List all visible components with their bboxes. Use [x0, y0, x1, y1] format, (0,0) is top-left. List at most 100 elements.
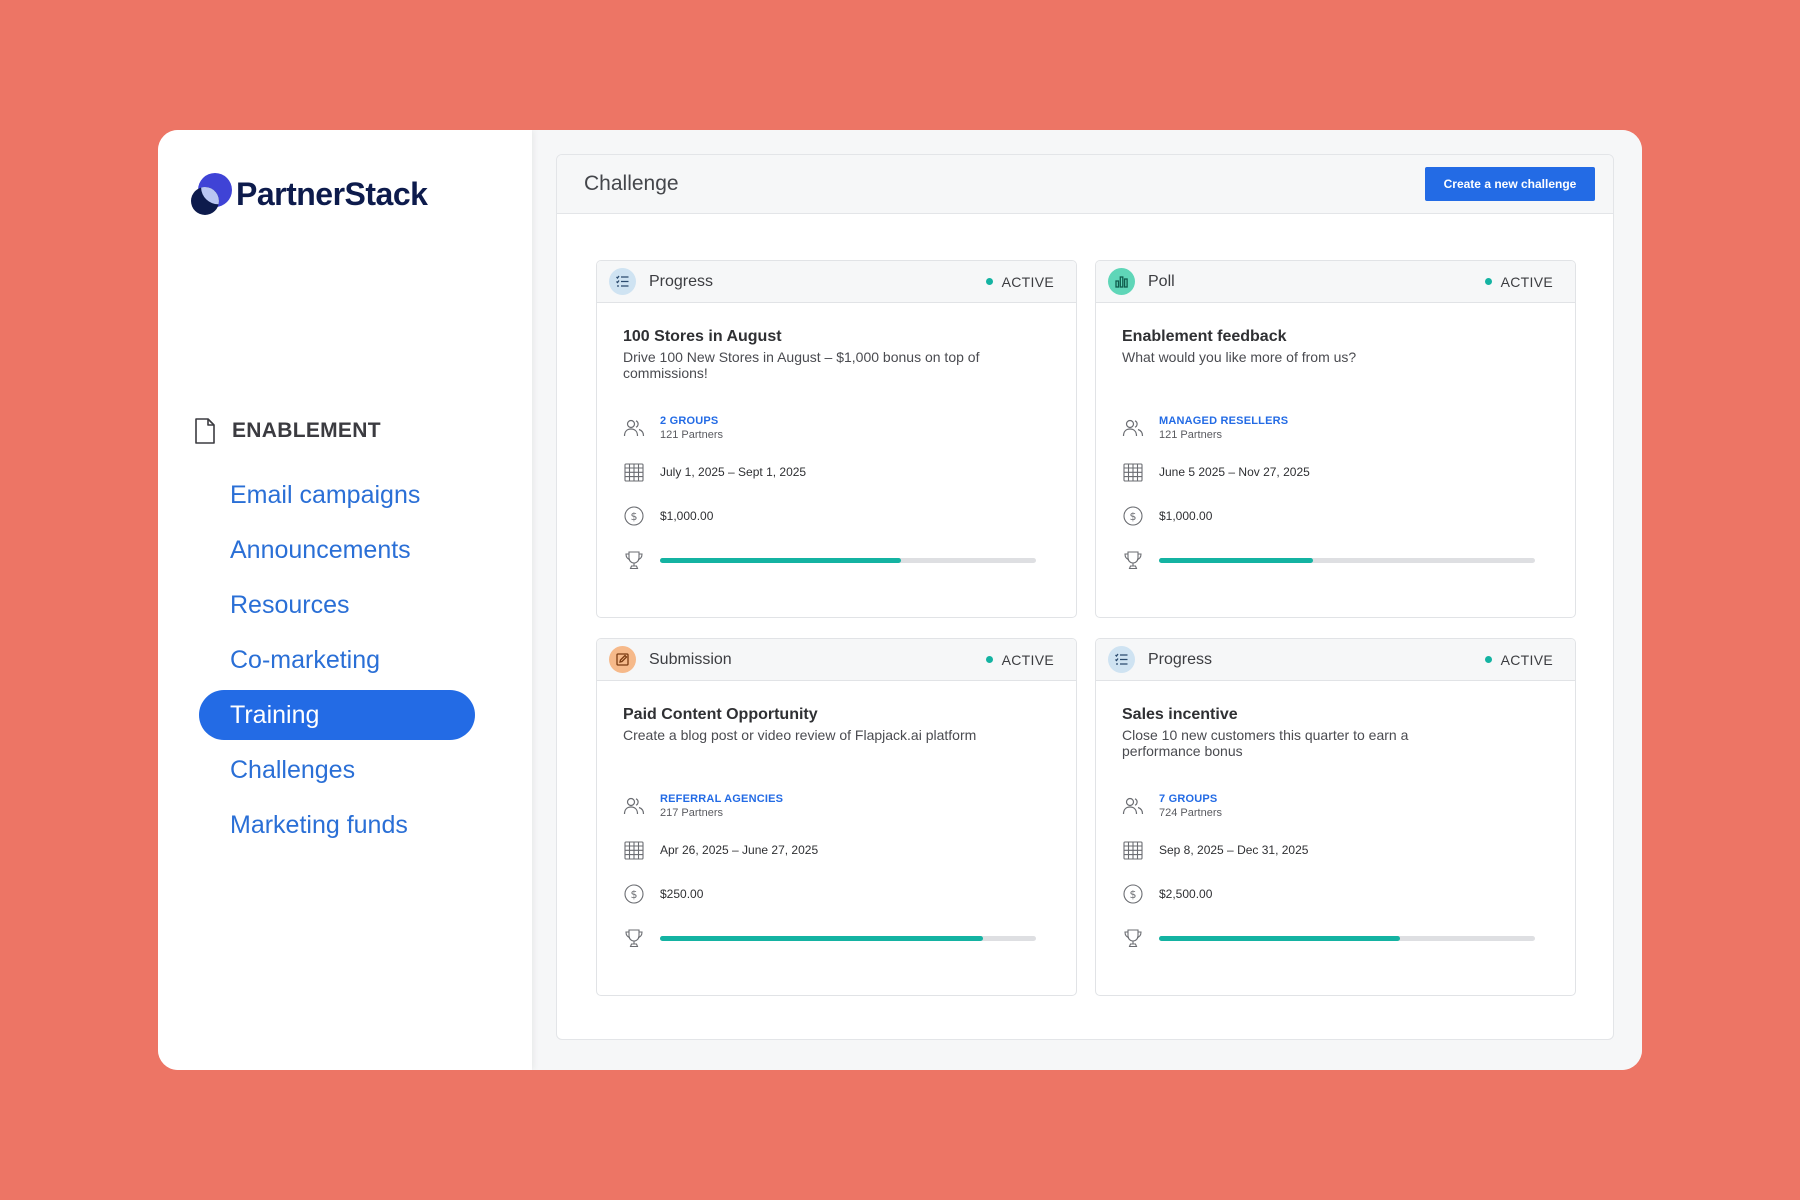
document-icon	[195, 418, 215, 444]
status-text: ACTIVE	[1001, 273, 1054, 290]
card-title: 100 Stores in August	[623, 328, 782, 345]
users-icon	[623, 417, 645, 439]
group-link[interactable]: REFERRAL AGENCIES	[660, 793, 783, 805]
panel-header: Challenge Create a new challenge	[557, 155, 1613, 214]
card-dates-row: July 1, 2025 – Sept 1, 2025	[623, 458, 1050, 486]
sidebar: PartnerStack ENABLEMENT Email campaigns …	[158, 130, 532, 1070]
card-progress-row	[1122, 924, 1549, 952]
partner-count: 121 Partners	[660, 429, 723, 441]
progress-bar	[1159, 557, 1535, 563]
logo[interactable]: PartnerStack	[189, 170, 428, 218]
dollar-coin-icon: $	[1122, 505, 1144, 527]
card-description: Create a blog post or video review of Fl…	[623, 727, 977, 743]
card-groups-row: 2 GROUPS 121 Partners	[623, 414, 1050, 442]
card-type-label: Submission	[649, 650, 732, 668]
card-dates-row: Sep 8, 2025 – Dec 31, 2025	[1122, 836, 1549, 864]
sidebar-item-resources[interactable]: Resources	[199, 580, 475, 630]
svg-text:$: $	[631, 888, 638, 901]
edit-square-icon	[609, 646, 636, 673]
date-range: Sep 8, 2025 – Dec 31, 2025	[1159, 843, 1309, 857]
trophy-icon	[623, 549, 645, 571]
status-badge: ACTIVE	[985, 651, 1054, 668]
svg-text:$: $	[1130, 888, 1137, 901]
sidebar-item-training[interactable]: Training	[199, 690, 475, 740]
status-text: ACTIVE	[1500, 651, 1553, 668]
card-amount-row: $ $1,000.00	[1122, 502, 1549, 530]
calendar-icon	[1122, 839, 1144, 861]
card-description: What would you like more of from us?	[1122, 349, 1357, 365]
status-text: ACTIVE	[1001, 651, 1054, 668]
card-progress-row	[1122, 546, 1549, 574]
reward-amount: $250.00	[660, 887, 704, 901]
challenge-card[interactable]: Progress ACTIVE 100 Stores in August Dri…	[596, 260, 1077, 618]
reward-amount: $2,500.00	[1159, 887, 1213, 901]
card-header: Progress ACTIVE	[1096, 639, 1575, 681]
create-challenge-button[interactable]: Create a new challenge	[1425, 167, 1595, 201]
card-dates-row: June 5 2025 – Nov 27, 2025	[1122, 458, 1549, 486]
partner-count: 217 Partners	[660, 807, 723, 819]
brand-name: PartnerStack	[236, 175, 428, 212]
users-icon	[623, 795, 645, 817]
card-progress-row	[623, 546, 1050, 574]
group-link[interactable]: 7 GROUPS	[1159, 793, 1222, 805]
trophy-icon	[1122, 927, 1144, 949]
card-amount-row: $ $250.00	[623, 880, 1050, 908]
sidebar-item-marketing-funds[interactable]: Marketing funds	[199, 800, 475, 850]
checklist-icon	[1108, 646, 1135, 673]
card-header: Submission ACTIVE	[597, 639, 1076, 681]
dollar-coin-icon: $	[623, 505, 645, 527]
partner-count: 121 Partners	[1159, 429, 1222, 441]
status-text: ACTIVE	[1500, 273, 1553, 290]
card-type-label: Poll	[1148, 272, 1175, 290]
card-groups-row: 7 GROUPS 724 Partners	[1122, 792, 1549, 820]
group-link[interactable]: 2 GROUPS	[660, 415, 723, 427]
status-badge: ACTIVE	[985, 273, 1054, 290]
date-range: June 5 2025 – Nov 27, 2025	[1159, 465, 1310, 479]
app-window: PartnerStack ENABLEMENT Email campaigns …	[158, 130, 1642, 1070]
progress-fill	[660, 557, 901, 563]
card-title: Paid Content Opportunity	[623, 706, 818, 723]
dollar-coin-icon: $	[1122, 883, 1144, 905]
reward-amount: $1,000.00	[660, 509, 714, 523]
challenge-card[interactable]: Submission ACTIVE Paid Content Opportuni…	[596, 638, 1077, 996]
card-title: Enablement feedback	[1122, 328, 1287, 345]
svg-text:$: $	[631, 510, 638, 523]
card-body: 100 Stores in August Drive 100 New Store…	[597, 303, 1076, 574]
users-icon	[1122, 795, 1144, 817]
partner-count: 724 Partners	[1159, 807, 1222, 819]
card-groups-row: MANAGED RESELLERS 121 Partners	[1122, 414, 1549, 442]
progress-bar	[660, 935, 1036, 941]
section-header-enablement: ENABLEMENT	[193, 417, 381, 445]
page-title: Challenge	[584, 172, 679, 195]
sidebar-item-email-campaigns[interactable]: Email campaigns	[199, 470, 475, 520]
reward-amount: $1,000.00	[1159, 509, 1213, 523]
status-dot-icon	[1484, 278, 1492, 285]
sidebar-item-challenges[interactable]: Challenges	[199, 745, 475, 795]
card-dates-row: Apr 26, 2025 – June 27, 2025	[623, 836, 1050, 864]
bar-chart-icon	[1108, 268, 1135, 295]
challenge-card[interactable]: Poll ACTIVE Enablement feedback What wou…	[1095, 260, 1576, 618]
status-dot-icon	[1484, 656, 1492, 663]
sidebar-item-announcements[interactable]: Announcements	[199, 525, 475, 575]
status-badge: ACTIVE	[1484, 651, 1553, 668]
dollar-coin-icon: $	[623, 883, 645, 905]
checklist-icon	[609, 268, 636, 295]
challenge-panel: Challenge Create a new challenge Progres…	[556, 154, 1614, 1040]
challenge-card[interactable]: Progress ACTIVE Sales incentive Close 10…	[1095, 638, 1576, 996]
card-body: Sales incentive Close 10 new customers t…	[1096, 681, 1575, 952]
date-range: Apr 26, 2025 – June 27, 2025	[660, 843, 819, 857]
trophy-icon	[1122, 549, 1144, 571]
card-type-label: Progress	[1148, 650, 1213, 668]
group-link[interactable]: MANAGED RESELLERS	[1159, 415, 1288, 427]
date-range: July 1, 2025 – Sept 1, 2025	[660, 465, 807, 479]
sidebar-item-co-marketing[interactable]: Co-marketing	[199, 635, 475, 685]
progress-bar	[660, 557, 1036, 563]
calendar-icon	[623, 839, 645, 861]
card-header: Poll ACTIVE	[1096, 261, 1575, 303]
partnerstack-logo-icon	[191, 173, 232, 215]
calendar-icon	[623, 461, 645, 483]
progress-bar	[1159, 935, 1535, 941]
card-amount-row: $ $1,000.00	[623, 502, 1050, 530]
card-title: Sales incentive	[1122, 706, 1238, 723]
main-content: Challenge Create a new challenge Progres…	[532, 130, 1642, 1070]
